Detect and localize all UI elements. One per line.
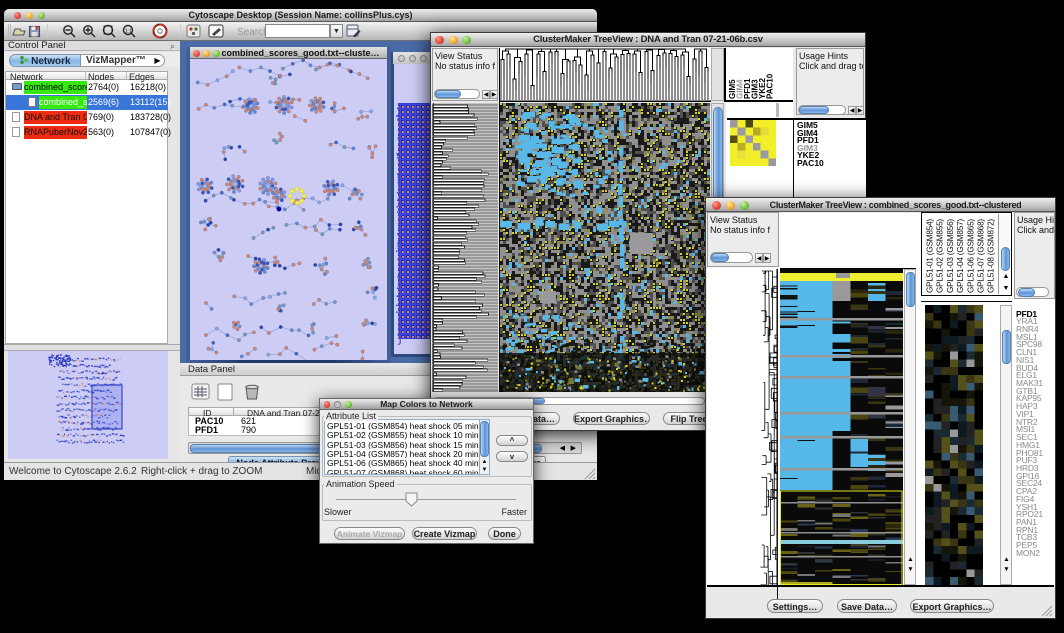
svg-text:GPL51-08 (GSM872): GPL51-08 (GSM872) [987, 219, 996, 293]
svg-text:GPL51-03 (GSM856): GPL51-03 (GSM856) [946, 219, 955, 293]
svg-text:GPL51-07 (GSM868): GPL51-07 (GSM868) [977, 219, 986, 293]
svg-text:GPL51-01 (GSM854): GPL51-01 (GSM854) [926, 219, 935, 293]
svg-text:1:1: 1:1 [125, 29, 132, 35]
svg-text:PAC10: PAC10 [766, 73, 775, 99]
svg-text:GPL51-06 (GSM865): GPL51-06 (GSM865) [966, 219, 975, 293]
svg-text:GPL51-02 (GSM855): GPL51-02 (GSM855) [936, 219, 945, 293]
svg-text:GPL51-04 (GSM857): GPL51-04 (GSM857) [956, 219, 965, 293]
